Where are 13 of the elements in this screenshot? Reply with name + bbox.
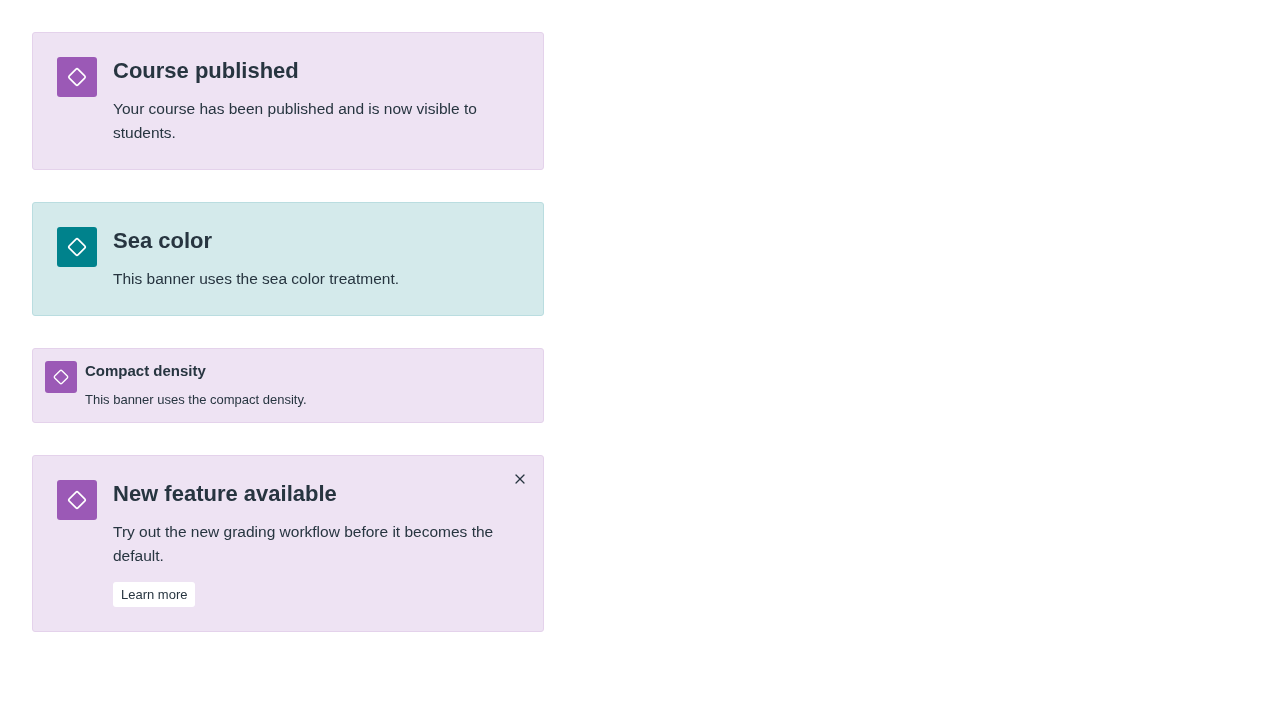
diamond-icon: [66, 66, 88, 88]
banner-title: Sea color: [113, 227, 214, 255]
learn-more-button[interactable]: Learn more: [113, 582, 196, 607]
banner-message: This banner uses the compact density.: [85, 391, 307, 409]
diamond-icon: [52, 368, 70, 386]
banner-title: New feature available: [113, 480, 338, 508]
banner-title: Course published: [113, 57, 300, 85]
banner-title: Compact density: [85, 361, 207, 381]
diamond-icon: [66, 236, 88, 258]
banner-message: Try out the new grading workflow before it becomes the default.: [113, 522, 495, 566]
banner-message: This banner uses the sea color treatment.: [113, 269, 400, 289]
banner-message: Your course has been published and is now visible to students.: [113, 99, 478, 143]
diamond-icon: [66, 489, 88, 511]
